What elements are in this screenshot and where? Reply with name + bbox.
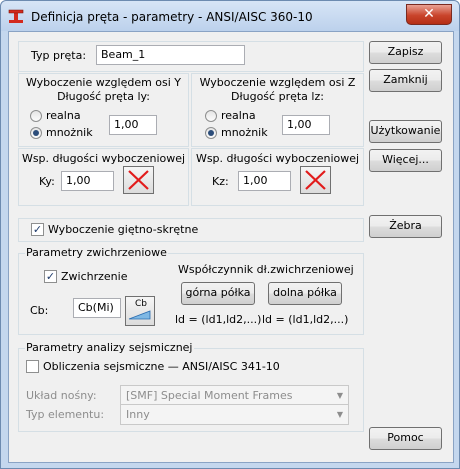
ky-label: Ky: — [39, 175, 55, 188]
dialog-window: Definicja pręta - parametry - ANSI/AISC … — [0, 0, 460, 469]
buckling-z-header: Wyboczenie względem osi Z — [199, 76, 356, 89]
bottom-flange-button[interactable]: dolna półka — [268, 282, 342, 305]
buckling-z-real-radio[interactable] — [205, 110, 217, 122]
buckling-y-panel: Wyboczenie względem osi Y Długość pręta … — [18, 73, 189, 147]
torsional-panel: ✓ Wyboczenie giętno-skrętne — [18, 218, 364, 242]
cb-input[interactable]: Cb(Mi) — [73, 298, 121, 318]
buckling-y-real-label: realna — [46, 109, 81, 122]
torsional-label: Wyboczenie giętno-skrętne — [48, 223, 199, 236]
system-select[interactable]: [SMF] Special Moment Frames ▼ — [120, 385, 349, 406]
ribs-button[interactable]: Żebra — [369, 215, 442, 238]
element-value: Inny — [126, 408, 150, 421]
buckling-z-coef-panel: Wsp. długości wyboczeniowej Kz: 1,00 — [191, 148, 364, 206]
kz-define-button[interactable] — [300, 166, 331, 194]
cb-define-button[interactable]: Cb — [125, 296, 155, 326]
cross-icon — [128, 170, 149, 190]
bottom-flange-formula: ld = (ld1,ld2,...) — [262, 313, 349, 326]
buckling-z-length-input[interactable]: 1,00 — [282, 115, 330, 135]
member-type-label: Typ pręta: — [31, 49, 87, 62]
buckling-y-header: Wyboczenie względem osi Y — [25, 76, 182, 89]
seismic-checkbox[interactable] — [26, 360, 39, 373]
window-title: Definicja pręta - parametry - ANSI/AISC … — [31, 10, 313, 24]
cb-label: Cb: — [30, 304, 49, 317]
top-flange-formula: ld = (ld1,ld2,...) — [175, 313, 262, 326]
title-bar[interactable]: Definicja pręta - parametry - ANSI/AISC … — [1, 1, 459, 31]
buckling-y-coef-label: mnożnik — [46, 126, 93, 139]
ltb-coef-label: Współczynnik dł.zwichrzeniowej — [178, 263, 354, 276]
buckling-z-real-label: realna — [221, 109, 256, 122]
buckling-y-coef-radio[interactable] — [30, 127, 42, 139]
chevron-down-icon: ▼ — [336, 391, 344, 400]
system-value: [SMF] Special Moment Frames — [126, 389, 293, 402]
ky-define-button[interactable] — [123, 166, 154, 194]
ltb-checkbox-label: Zwichrzenie — [61, 270, 128, 283]
close-window-button[interactable]: ✕ — [406, 4, 452, 25]
help-button[interactable]: Pomoc — [369, 427, 442, 450]
buckling-z-coef-header: Wsp. długości wyboczeniowej — [195, 152, 360, 165]
kz-input[interactable]: 1,00 — [238, 171, 291, 191]
element-label: Typ elementu: — [26, 408, 105, 421]
save-button[interactable]: Zapisz — [369, 41, 442, 64]
system-label: Układ nośny: — [26, 389, 97, 402]
buckling-z-coef-radio[interactable] — [205, 127, 217, 139]
kz-label: Kz: — [212, 175, 229, 188]
buckling-y-real-radio[interactable] — [30, 110, 42, 122]
chevron-down-icon: ▼ — [336, 410, 344, 419]
cross-icon — [305, 170, 326, 190]
ltb-checkbox[interactable]: ✓ — [44, 270, 57, 283]
buckling-y-coef-panel: Wsp. długości wyboczeniowej Ky: 1,00 — [18, 148, 189, 206]
buckling-y-coef-header: Wsp. długości wyboczeniowej — [21, 152, 186, 165]
member-type-panel: Typ pręta: Beam_1 — [18, 41, 364, 72]
buckling-z-length-label: Długość pręta lz: — [231, 90, 324, 103]
member-type-input[interactable]: Beam_1 — [96, 45, 245, 65]
service-button[interactable]: Użytkowanie — [369, 120, 442, 143]
ltb-legend: Parametry zwichrzeniowe — [25, 246, 168, 259]
torsional-checkbox[interactable]: ✓ — [31, 223, 44, 236]
ky-input[interactable]: 1,00 — [61, 171, 114, 191]
seismic-legend: Parametry analizy sejsmicznej — [25, 341, 194, 354]
buckling-z-panel: Wyboczenie względem osi Z Długość pręta … — [191, 73, 364, 147]
seismic-checkbox-label: Obliczenia sejsmiczne — ANSI/AISC 341-10 — [43, 360, 280, 373]
app-icon — [8, 9, 24, 23]
top-flange-button[interactable]: górna półka — [181, 282, 255, 305]
buckling-y-length-label: Długość pręta ly: — [57, 90, 150, 103]
dialog-client: Typ pręta: Beam_1 Wyboczenie względem os… — [8, 31, 454, 463]
element-select[interactable]: Inny ▼ — [120, 404, 349, 425]
close-button[interactable]: Zamknij — [369, 69, 442, 92]
more-button[interactable]: Więcej... — [369, 149, 442, 172]
buckling-y-length-input[interactable]: 1,00 — [109, 115, 157, 135]
cb-icon-text: Cb — [135, 299, 147, 309]
buckling-z-coef-label: mnożnik — [221, 126, 268, 139]
close-icon: ✕ — [423, 6, 435, 22]
